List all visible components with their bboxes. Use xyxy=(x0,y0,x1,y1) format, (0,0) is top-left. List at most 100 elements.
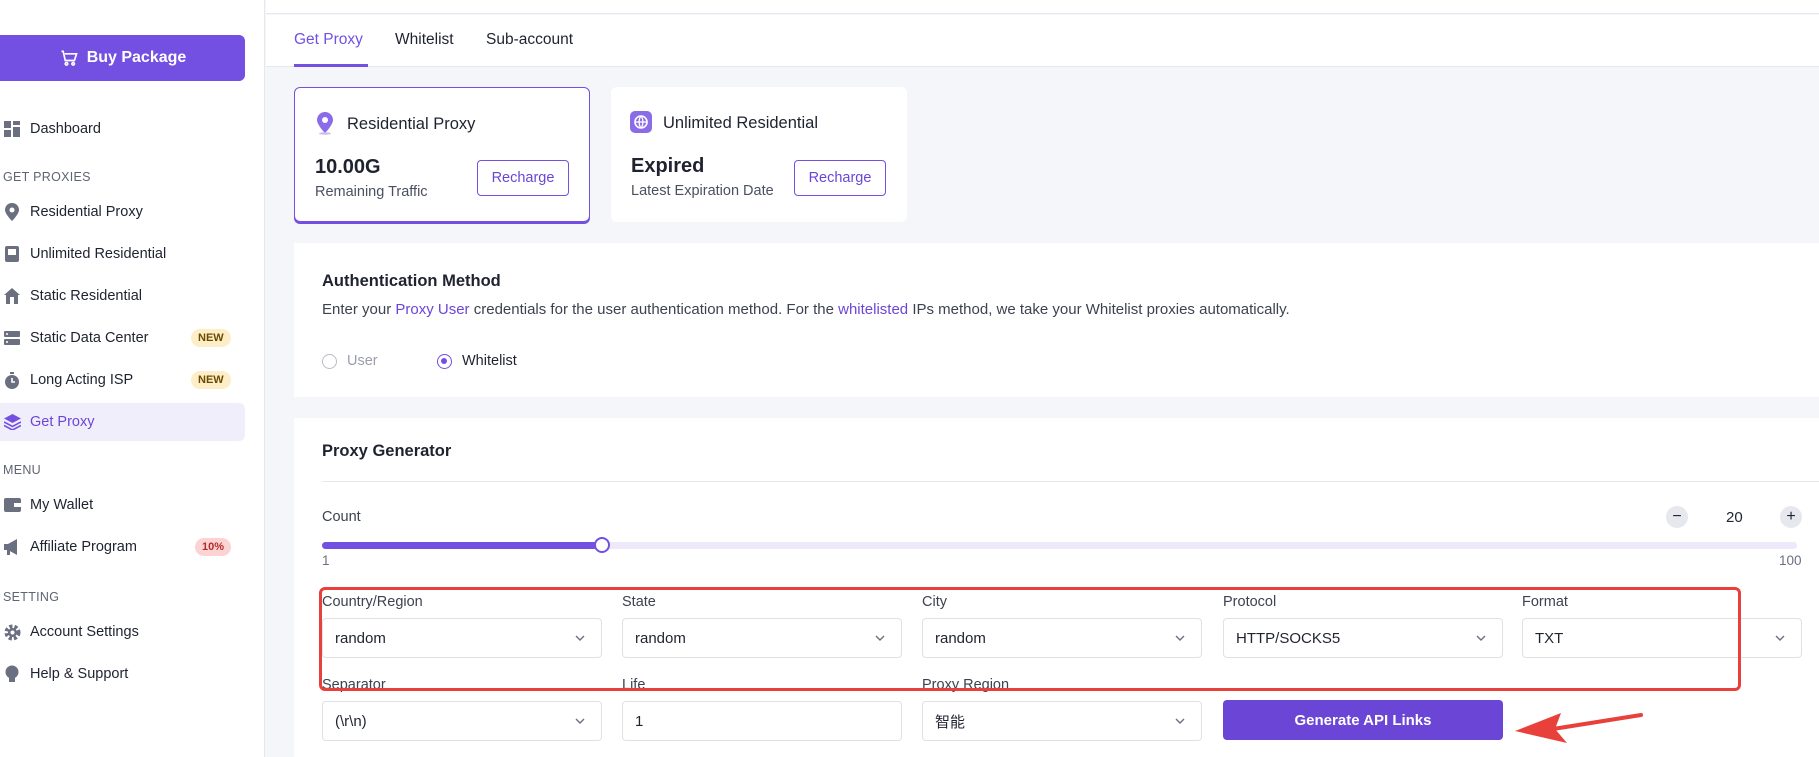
chevron-down-icon xyxy=(1175,718,1185,724)
gear-icon xyxy=(3,623,21,641)
unlimited-residential-card[interactable]: Unlimited Residential Expired Latest Exp… xyxy=(611,87,907,222)
proxy-user-link[interactable]: Proxy User xyxy=(395,301,469,318)
select-value: HTTP/SOCKS5 xyxy=(1236,629,1341,647)
layers-icon xyxy=(3,413,21,431)
annotation-arrow-icon xyxy=(1515,713,1643,743)
radio-user[interactable]: User xyxy=(322,353,378,369)
auth-desc-text: credentials for the user authentication … xyxy=(469,301,839,318)
select-value: random xyxy=(935,629,986,647)
sidebar-item-label: My Wallet xyxy=(30,497,94,513)
radio-whitelist[interactable]: Whitelist xyxy=(437,353,517,369)
sidebar-item-label: Affiliate Program xyxy=(30,539,137,555)
city-select[interactable]: random xyxy=(922,618,1202,658)
slider-min-label: 1 xyxy=(322,553,330,568)
sidebar-item-label: Help & Support xyxy=(30,666,129,682)
slider-max-label: 100 xyxy=(1779,553,1802,568)
whitelisted-link[interactable]: whitelisted xyxy=(838,301,908,318)
sidebar-item-get-proxy[interactable]: Get Proxy xyxy=(0,403,245,441)
remaining-traffic-value: 10.00G xyxy=(315,156,381,178)
life-input[interactable]: 1 xyxy=(622,701,902,741)
auth-description: Enter your Proxy User credentials for th… xyxy=(322,301,1290,318)
expiration-date-label: Latest Expiration Date xyxy=(631,183,774,199)
separator-select[interactable]: (\r\n) xyxy=(322,701,602,741)
life-label: Life xyxy=(622,677,646,693)
sidebar-item-residential-proxy[interactable]: Residential Proxy xyxy=(0,193,245,231)
sidebar-item-label: Long Acting ISP xyxy=(30,372,134,388)
chevron-down-icon xyxy=(575,635,585,641)
lightbulb-icon xyxy=(3,665,21,683)
stopwatch-icon xyxy=(3,371,21,389)
sidebar-item-help-support[interactable]: Help & Support xyxy=(0,655,245,693)
buy-package-label: Buy Package xyxy=(86,49,187,66)
select-value: (\r\n) xyxy=(335,712,367,730)
tab-get-proxy[interactable]: Get Proxy xyxy=(294,31,363,49)
format-select[interactable]: TXT xyxy=(1522,618,1802,658)
slider-fill xyxy=(322,542,603,549)
tab-whitelist[interactable]: Whitelist xyxy=(395,31,454,49)
count-slider[interactable] xyxy=(322,537,1797,553)
recharge-button[interactable]: Recharge xyxy=(477,160,569,196)
dashboard-icon xyxy=(3,120,21,138)
globe-icon xyxy=(630,111,652,133)
recharge-button[interactable]: Recharge xyxy=(794,160,886,196)
select-value: random xyxy=(635,629,686,647)
sidebar-item-label: Unlimited Residential xyxy=(30,246,167,262)
radio-label: Whitelist xyxy=(462,353,517,369)
residential-proxy-card[interactable]: Residential Proxy 10.00G Remaining Traff… xyxy=(294,87,590,222)
count-value: 20 xyxy=(1726,509,1743,526)
radio-circle xyxy=(322,353,337,369)
sidebar-item-my-wallet[interactable]: My Wallet xyxy=(0,486,245,524)
chevron-down-icon xyxy=(1775,635,1785,641)
card-title: Residential Proxy xyxy=(347,115,476,133)
generate-api-links-button[interactable]: Generate API Links xyxy=(1223,700,1503,740)
country-select[interactable]: random xyxy=(322,618,602,658)
sidebar-item-label: Account Settings xyxy=(30,624,139,640)
auth-title: Authentication Method xyxy=(322,272,501,290)
proxy-region-label: Proxy Region xyxy=(922,677,1010,693)
sidebar-item-dashboard[interactable]: Dashboard xyxy=(0,110,245,148)
sidebar-item-label: Get Proxy xyxy=(30,414,95,430)
chevron-down-icon xyxy=(1175,635,1185,641)
chevron-down-icon xyxy=(1476,635,1486,641)
radio-label: User xyxy=(347,353,378,369)
location-pin-icon xyxy=(3,203,21,221)
remaining-traffic-label: Remaining Traffic xyxy=(315,184,428,200)
sidebar-item-label: Dashboard xyxy=(30,121,101,137)
count-increment-button[interactable]: + xyxy=(1780,506,1802,528)
authentication-panel: Authentication Method Enter your Proxy U… xyxy=(294,243,1819,397)
auth-desc-text: Enter your xyxy=(322,301,396,318)
sidebar-item-static-residential[interactable]: Static Residential xyxy=(0,277,245,315)
sidebar-item-label: Residential Proxy xyxy=(30,204,143,220)
separator-label: Separator xyxy=(322,677,386,693)
tab-bar: Get Proxy Whitelist Sub-account xyxy=(266,15,1819,67)
select-value: TXT xyxy=(1535,629,1564,647)
proxy-region-select[interactable]: 智能 xyxy=(922,701,1202,741)
topbar xyxy=(266,0,1819,14)
auth-desc-text: IPs method, we take your Whitelist proxi… xyxy=(908,301,1290,318)
format-label: Format xyxy=(1522,594,1568,610)
city-label: City xyxy=(922,594,947,610)
input-value: 1 xyxy=(635,712,644,730)
section-menu: MENU xyxy=(3,463,42,477)
country-label: Country/Region xyxy=(322,594,423,610)
tab-sub-account[interactable]: Sub-account xyxy=(486,31,573,49)
server-icon xyxy=(3,329,21,347)
count-decrement-button[interactable]: − xyxy=(1666,506,1688,528)
count-label: Count xyxy=(322,509,361,525)
slider-thumb[interactable] xyxy=(594,537,611,553)
sidebar-item-unlimited-residential[interactable]: Unlimited Residential xyxy=(0,235,245,273)
generator-title: Proxy Generator xyxy=(322,442,452,460)
megaphone-icon xyxy=(3,538,21,556)
state-select[interactable]: random xyxy=(622,618,902,658)
sidebar-item-account-settings[interactable]: Account Settings xyxy=(0,613,245,651)
new-badge: NEW xyxy=(191,371,231,389)
buy-package-button[interactable]: Buy Package xyxy=(0,35,245,81)
new-badge: NEW xyxy=(191,329,231,347)
chevron-down-icon xyxy=(875,635,885,641)
card-title: Unlimited Residential xyxy=(663,114,818,132)
active-tab-indicator xyxy=(294,64,368,67)
expiration-status-value: Expired xyxy=(631,155,705,177)
select-value: 智能 xyxy=(935,713,966,731)
sidebar: Buy Package Dashboard GET PROXIES Reside… xyxy=(0,0,265,757)
protocol-select[interactable]: HTTP/SOCKS5 xyxy=(1223,618,1503,658)
